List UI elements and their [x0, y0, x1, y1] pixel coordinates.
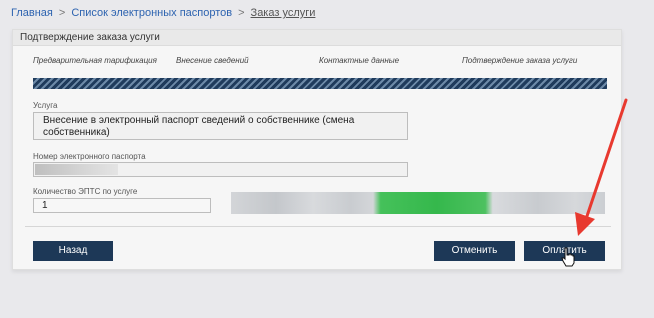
divider — [25, 226, 611, 227]
breadcrumb-link-passport-list[interactable]: Список электронных паспортов — [71, 7, 232, 19]
service-label: Услуга — [33, 101, 58, 110]
step-data-entry: Внесение сведений — [176, 56, 249, 65]
wizard-steps: Предварительная тарификация Внесение све… — [33, 56, 607, 68]
breadcrumb-link-home[interactable]: Главная — [11, 7, 53, 19]
passport-number-field — [33, 162, 408, 177]
step-order-confirmation: Подтверждение заказа услуги — [462, 56, 578, 65]
pay-button[interactable]: Оплатить — [524, 241, 605, 261]
passport-number-redacted — [35, 164, 118, 175]
breadcrumb-chevron-icon: > — [238, 7, 245, 19]
panel-title: Подтверждение заказа услуги — [13, 30, 621, 46]
breadcrumb-current-service-order[interactable]: Заказ услуги — [251, 7, 316, 19]
epts-count-label: Количество ЭПТС по услуге — [33, 187, 138, 196]
step-pre-tariff: Предварительная тарификация — [33, 56, 157, 65]
breadcrumb: Главная > Список электронных паспортов >… — [11, 4, 315, 22]
redacted-region — [231, 192, 605, 214]
back-button[interactable]: Назад — [33, 241, 113, 261]
passport-number-label: Номер электронного паспорта — [33, 152, 146, 161]
wizard-progress-bar — [33, 78, 607, 89]
step-contact-data: Контактные данные — [319, 56, 400, 65]
service-field: Внесение в электронный паспорт сведений … — [33, 112, 408, 140]
breadcrumb-chevron-icon: > — [58, 7, 66, 19]
cancel-button[interactable]: Отменить — [434, 241, 515, 261]
epts-count-field: 1 — [33, 198, 211, 213]
order-confirmation-panel: Подтверждение заказа услуги Предваритель… — [12, 29, 622, 270]
